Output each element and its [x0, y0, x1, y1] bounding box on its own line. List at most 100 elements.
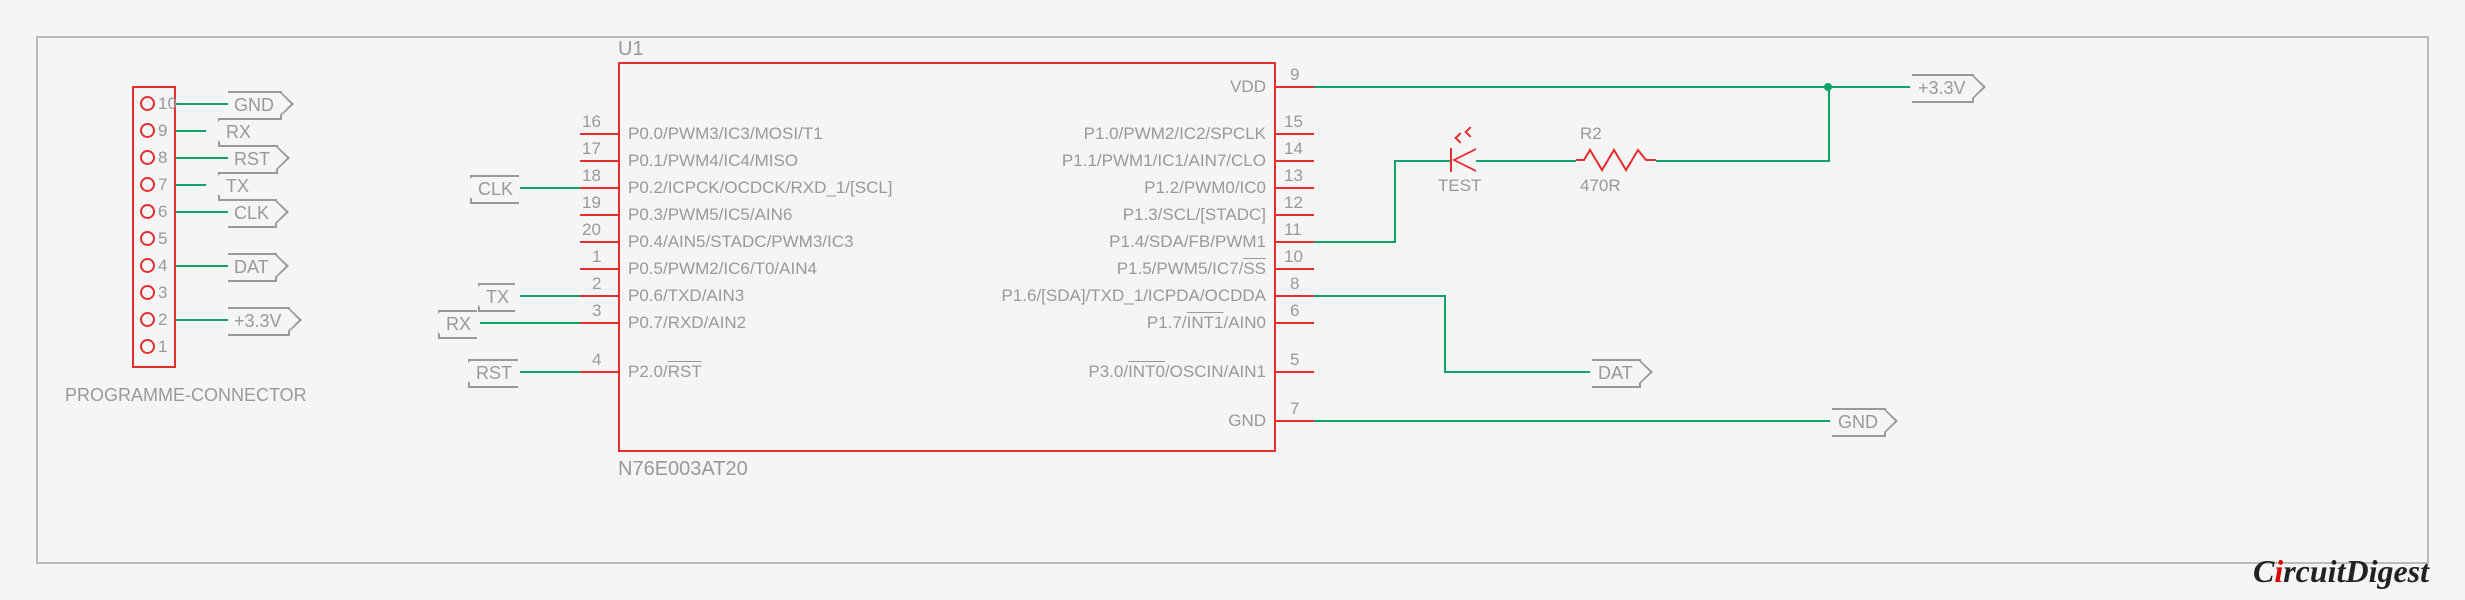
wire: [176, 211, 228, 213]
ic-pin-stub: [580, 295, 618, 297]
ic-pin-stub: [1276, 214, 1314, 216]
ic-pin-label: P0.3/PWM5/IC5/AIN6: [628, 205, 792, 225]
connector-pinnum-5: 5: [158, 229, 167, 249]
wire: [480, 322, 580, 324]
connector-pinnum-1: 1: [158, 337, 167, 357]
wire: [1314, 241, 1394, 243]
ic-pin-label: P1.1/PWM1/IC1/AIN7/CLO: [966, 151, 1266, 171]
ic-pin-num: 11: [1284, 220, 1302, 240]
connector-pinnum-8: 8: [158, 148, 167, 168]
ic-pin-stub: [1276, 268, 1314, 270]
wire: [1656, 160, 1828, 162]
ic-pin-num: 3: [592, 301, 601, 321]
watermark: CircuitDigest: [2253, 553, 2429, 590]
ic-pin-num: 10: [1284, 247, 1303, 267]
ic-pin-stub: [580, 214, 618, 216]
net-rx: RX: [438, 310, 477, 339]
ic-pin-stub: [1276, 420, 1314, 422]
net-dat: DAT: [228, 253, 277, 282]
net-gnd: GND: [1832, 408, 1886, 437]
ic-pin-num: 17: [582, 139, 601, 159]
ic-pin-num: 5: [1290, 350, 1299, 370]
connector-pad-4: [140, 258, 155, 273]
ic-pin-label: P0.6/TXD/AIN3: [628, 286, 744, 306]
ic-pin-num: 1: [592, 247, 601, 267]
connector-pad-9: [140, 123, 155, 138]
net-rx: RX: [218, 118, 257, 147]
net-rst: RST: [228, 145, 278, 174]
ic-pin-num: 19: [582, 193, 601, 213]
ic-pin-num: 15: [1284, 112, 1303, 132]
ic-ref: U1: [618, 38, 644, 61]
connector-pinnum-9: 9: [158, 121, 167, 141]
ic-pin-label: P1.3/SCL/[STADC]: [966, 205, 1266, 225]
wire: [176, 103, 228, 105]
led-name: TEST: [1438, 176, 1481, 196]
ic-pin-label: P0.7/RXD/AIN2: [628, 313, 746, 333]
ic-pin-num: 16: [582, 112, 601, 132]
wire: [1314, 295, 1444, 297]
ic-pin-label: P1.2/PWM0/IC0: [966, 178, 1266, 198]
ic-part: N76E003AT20: [618, 458, 748, 481]
ic-pin-num: 2: [592, 274, 601, 294]
ic-pin-label: P1.7/INT1/AIN0: [866, 313, 1266, 333]
connector-pinnum-6: 6: [158, 202, 167, 222]
wire: [1444, 295, 1446, 371]
net-clk: CLK: [470, 175, 519, 204]
ic-pin-stub: [1276, 187, 1314, 189]
ic-body: [618, 62, 1276, 452]
connector-pinnum-2: 2: [158, 310, 167, 330]
resistor-icon: [1576, 148, 1656, 172]
wire: [1394, 160, 1396, 243]
ic-pin-num: 14: [1284, 139, 1303, 159]
ic-pin-label: VDD: [1066, 77, 1266, 97]
wire: [520, 371, 580, 373]
connector-pinnum-7: 7: [158, 175, 167, 195]
connector-name: PROGRAMME-CONNECTOR: [65, 385, 307, 406]
resistor-value: 470R: [1580, 176, 1621, 196]
ic-pin-stub: [580, 133, 618, 135]
wire: [520, 187, 580, 189]
ic-pin-stub: [580, 322, 618, 324]
connector-pad-5: [140, 231, 155, 246]
ic-pin-label: P0.0/PWM3/IC3/MOSI/T1: [628, 124, 823, 144]
ic-pin-num: 12: [1284, 193, 1303, 213]
wire: [1828, 86, 1830, 162]
wire: [1476, 160, 1576, 162]
ic-pin-num: 9: [1290, 65, 1299, 85]
ic-pin-num: 8: [1290, 274, 1299, 294]
wire: [176, 184, 206, 186]
ic-pin-stub: [1276, 295, 1314, 297]
ic-pin-stub: [580, 241, 618, 243]
connector-pad-6: [140, 204, 155, 219]
ic-pin-stub: [1276, 241, 1314, 243]
connector-pad-2: [140, 312, 155, 327]
ic-pin-num: 13: [1284, 166, 1303, 186]
ic-pin-label: P1.4/SDA/FB/PWM1: [966, 232, 1266, 252]
ic-pin-num: 20: [582, 220, 601, 240]
net-gnd: GND: [228, 91, 282, 120]
ic-pin-label: P3.0/INT0/OSCIN/AIN1: [866, 362, 1266, 382]
ic-pin-stub: [1276, 133, 1314, 135]
net-tx: TX: [478, 283, 515, 312]
ic-pin-stub: [1276, 160, 1314, 162]
ic-pin-label: P0.2/ICPCK/OCDCK/RXD_1/[SCL]: [628, 178, 893, 198]
wire: [176, 130, 206, 132]
ic-pin-label: P0.4/AIN5/STADC/PWM3/IC3: [628, 232, 853, 252]
wire: [520, 295, 580, 297]
ic-pin-stub: [580, 268, 618, 270]
ic-pin-label: P1.5/PWM5/IC7/SS: [866, 259, 1266, 279]
diode-icon-inner: [1456, 150, 1476, 170]
wire: [176, 265, 228, 267]
net-rst: RST: [468, 359, 518, 388]
resistor-ref: R2: [1580, 124, 1602, 144]
ic-pin-num: 4: [592, 350, 601, 370]
ic-pin-stub: [580, 371, 618, 373]
ic-pin-stub: [1276, 86, 1314, 88]
net-3v3: +3.3V: [228, 307, 290, 336]
connector-pad-8: [140, 150, 155, 165]
net-3v3: +3.3V: [1912, 74, 1974, 103]
ic-pin-label: P0.5/PWM2/IC6/T0/AIN4: [628, 259, 817, 279]
ic-pin-label: P0.1/PWM4/IC4/MISO: [628, 151, 798, 171]
wire-gnd: [1314, 420, 1830, 422]
